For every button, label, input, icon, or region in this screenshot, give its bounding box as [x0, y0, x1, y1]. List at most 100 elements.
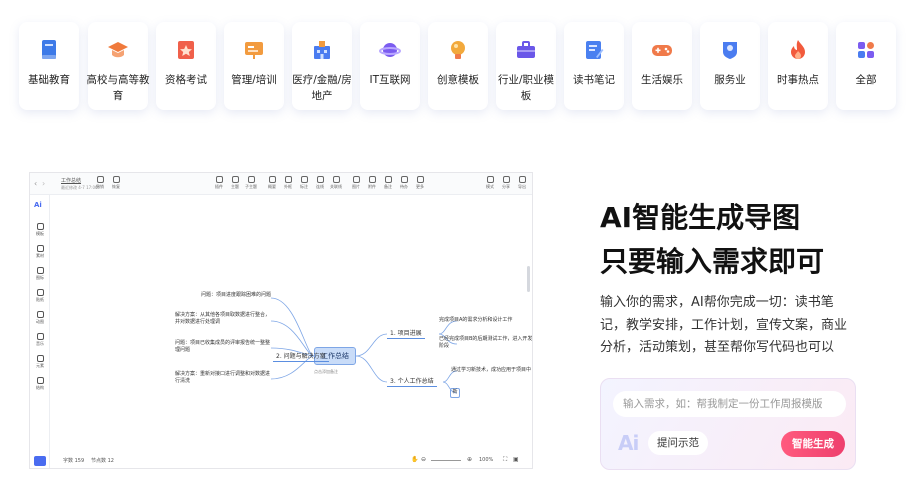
sidebar-item[interactable]: 元素 — [32, 355, 48, 369]
category-label: 时事热点 — [777, 74, 819, 86]
leaf-node[interactable]: 解决方案：从其他各项目取数据进行整合，并对数据进行处理调 — [175, 312, 271, 326]
category-label: 生活娱乐 — [641, 74, 683, 86]
category-card-it-internet[interactable]: IT互联网 — [360, 22, 420, 110]
planet-icon — [379, 39, 401, 61]
category-label: 行业/职业模板 — [497, 74, 555, 102]
expand-panel-icon[interactable] — [34, 456, 46, 466]
category-card-qualification-exam[interactable]: 资格考试 — [156, 22, 216, 110]
template-icon — [36, 223, 44, 230]
tool-icon — [268, 176, 276, 183]
editor-sidebar: Ai 模板 素材 图标 贴纸 动图 音乐 元素 结构 — [30, 195, 50, 468]
toolbar-button[interactable]: 导出 — [514, 176, 530, 190]
structure-icon — [36, 377, 44, 384]
ai-generator-panel: 输入需求，如：帮我制定一份工作周报模版 Ai 提问示范 智能生成 — [600, 378, 856, 470]
material-icon — [36, 245, 44, 252]
tool-icon — [384, 176, 392, 183]
zoom-level[interactable]: 100% — [479, 457, 493, 463]
toolbar-button[interactable]: 主题 — [227, 176, 243, 190]
category-label: 创意模板 — [437, 74, 479, 86]
category-card-medical-finance[interactable]: 医疗/金融/房地产 — [292, 22, 352, 110]
category-card-service[interactable]: 服务业 — [700, 22, 760, 110]
category-card-creative[interactable]: 创意模板 — [428, 22, 488, 110]
building-icon — [311, 39, 333, 61]
sticker-icon — [36, 289, 44, 296]
category-card-basic-education[interactable]: 基础教育 — [19, 22, 79, 110]
service-badge-icon — [719, 39, 741, 61]
category-card-life-entertainment[interactable]: 生活娱乐 — [632, 22, 692, 110]
redo-button[interactable]: 恢复 — [108, 176, 124, 190]
branch-node-right-1[interactable]: 1. 项目进展 — [387, 327, 425, 339]
leaf-node[interactable]: 问题：项目进度跟踪困难的问题 — [175, 292, 271, 299]
back-icon[interactable]: ‹ — [34, 179, 37, 188]
category-card-reading-notes[interactable]: 读书笔记 — [564, 22, 624, 110]
export-icon — [518, 176, 526, 183]
fit-screen-icon[interactable]: ⛶ — [503, 456, 507, 464]
ai-icon[interactable]: Ai — [34, 201, 42, 209]
toolbar-button[interactable]: 图片 — [348, 176, 364, 190]
zoom-slider[interactable] — [431, 460, 461, 461]
tool-icon — [300, 176, 308, 183]
branch-node-right-2[interactable]: 3. 个人工作总结 — [387, 375, 437, 387]
category-card-current-events[interactable]: 时事热点 — [768, 22, 828, 110]
sidebar-item[interactable]: 模板 — [32, 223, 48, 237]
toolbar-button[interactable]: 连线 — [312, 176, 328, 190]
sidebar-item[interactable]: 动图 — [32, 311, 48, 325]
toolbar-button[interactable]: 概要 — [264, 176, 280, 190]
leaf-node[interactable]: 解决方案：重新对接口进行调整和对数据进行清洗 — [175, 371, 271, 385]
forward-icon[interactable]: › — [42, 179, 45, 188]
category-label: 医疗/金融/房地产 — [292, 74, 352, 102]
toolbar-button[interactable]: 分享 — [498, 176, 514, 190]
leaf-node[interactable]: 完成项目A的需求分析和设计工作 — [439, 317, 532, 324]
sidebar-item[interactable]: 音乐 — [32, 333, 48, 347]
share-icon — [502, 176, 510, 183]
presentation-board-icon — [243, 39, 265, 61]
toolbar-button[interactable]: 附件 — [364, 176, 380, 190]
smart-generate-button[interactable]: 智能生成 — [781, 431, 845, 457]
sidebar-item[interactable]: 贴纸 — [32, 289, 48, 303]
category-card-industry[interactable]: 行业/职业模板 — [496, 22, 556, 110]
zoom-in-icon[interactable]: ⊕ — [467, 456, 472, 463]
tool-icon — [316, 176, 324, 183]
gif-icon — [36, 311, 44, 318]
briefcase-icon — [515, 39, 537, 61]
graduation-cap-icon — [107, 39, 129, 61]
notebook-pen-icon — [583, 39, 605, 61]
node-count: 节点数 12 — [91, 458, 114, 464]
requirement-input[interactable]: 输入需求，如：帮我制定一份工作周报模版 — [613, 391, 846, 417]
vertical-scrollbar[interactable] — [527, 266, 530, 292]
toolbar-button[interactable]: 更多 — [412, 176, 428, 190]
leaf-node[interactable]: 通过学习新技术，成功应用于项目中 — [451, 367, 532, 374]
toolbar-button[interactable]: 待办 — [396, 176, 412, 190]
category-card-higher-education[interactable]: 高校与高等教育 — [87, 22, 150, 110]
toolbar-button[interactable]: 关联线 — [328, 176, 344, 190]
mindmap-canvas[interactable]: 工作总结 点击添加备注 2. 问题与解决方案 1. 项目进展 3. 个人工作总结… — [51, 196, 532, 468]
root-note[interactable]: 点击添加备注 — [314, 368, 338, 375]
leaf-node[interactable]: 已经完成项目B的后期测试工作，进入开发阶段 — [439, 336, 532, 350]
gamepad-icon — [651, 39, 673, 61]
fullscreen-icon[interactable]: ▣ — [513, 456, 519, 463]
toolbar-button[interactable]: 插件 — [211, 176, 227, 190]
toolbar-button[interactable]: 外框 — [280, 176, 296, 190]
leaf-node[interactable]: 问题：项目已收集成员的评审报告统一整整理问题 — [175, 340, 271, 354]
toolbar-button[interactable]: 子主题 — [243, 176, 259, 190]
new-node[interactable]: 新 — [450, 388, 460, 398]
category-card-all[interactable]: 全部 — [836, 22, 896, 110]
zoom-out-icon[interactable]: ⊖ — [421, 456, 426, 463]
sidebar-item[interactable]: 结构 — [32, 377, 48, 391]
hand-tool-icon[interactable]: ✋ — [411, 456, 418, 463]
category-label: IT互联网 — [369, 74, 411, 86]
category-card-management[interactable]: 管理/培训 — [224, 22, 284, 110]
lightbulb-icon — [447, 39, 469, 61]
toolbar-button[interactable]: 备注 — [380, 176, 396, 190]
toolbar-button[interactable]: 标注 — [296, 176, 312, 190]
sidebar-item[interactable]: 图标 — [32, 267, 48, 281]
undo-button[interactable]: 撤销 — [92, 176, 108, 190]
branch-node-left[interactable]: 2. 问题与解决方案 — [273, 350, 329, 362]
doc-title[interactable]: 工作总结 — [61, 177, 81, 184]
ai-logo-icon: Ai — [618, 431, 639, 455]
example-question-button[interactable]: 提问示范 — [648, 431, 708, 455]
toolbar-button[interactable]: 模式 — [482, 176, 498, 190]
tool-icon — [352, 176, 360, 183]
sidebar-item[interactable]: 素材 — [32, 245, 48, 259]
more-icon — [416, 176, 424, 183]
